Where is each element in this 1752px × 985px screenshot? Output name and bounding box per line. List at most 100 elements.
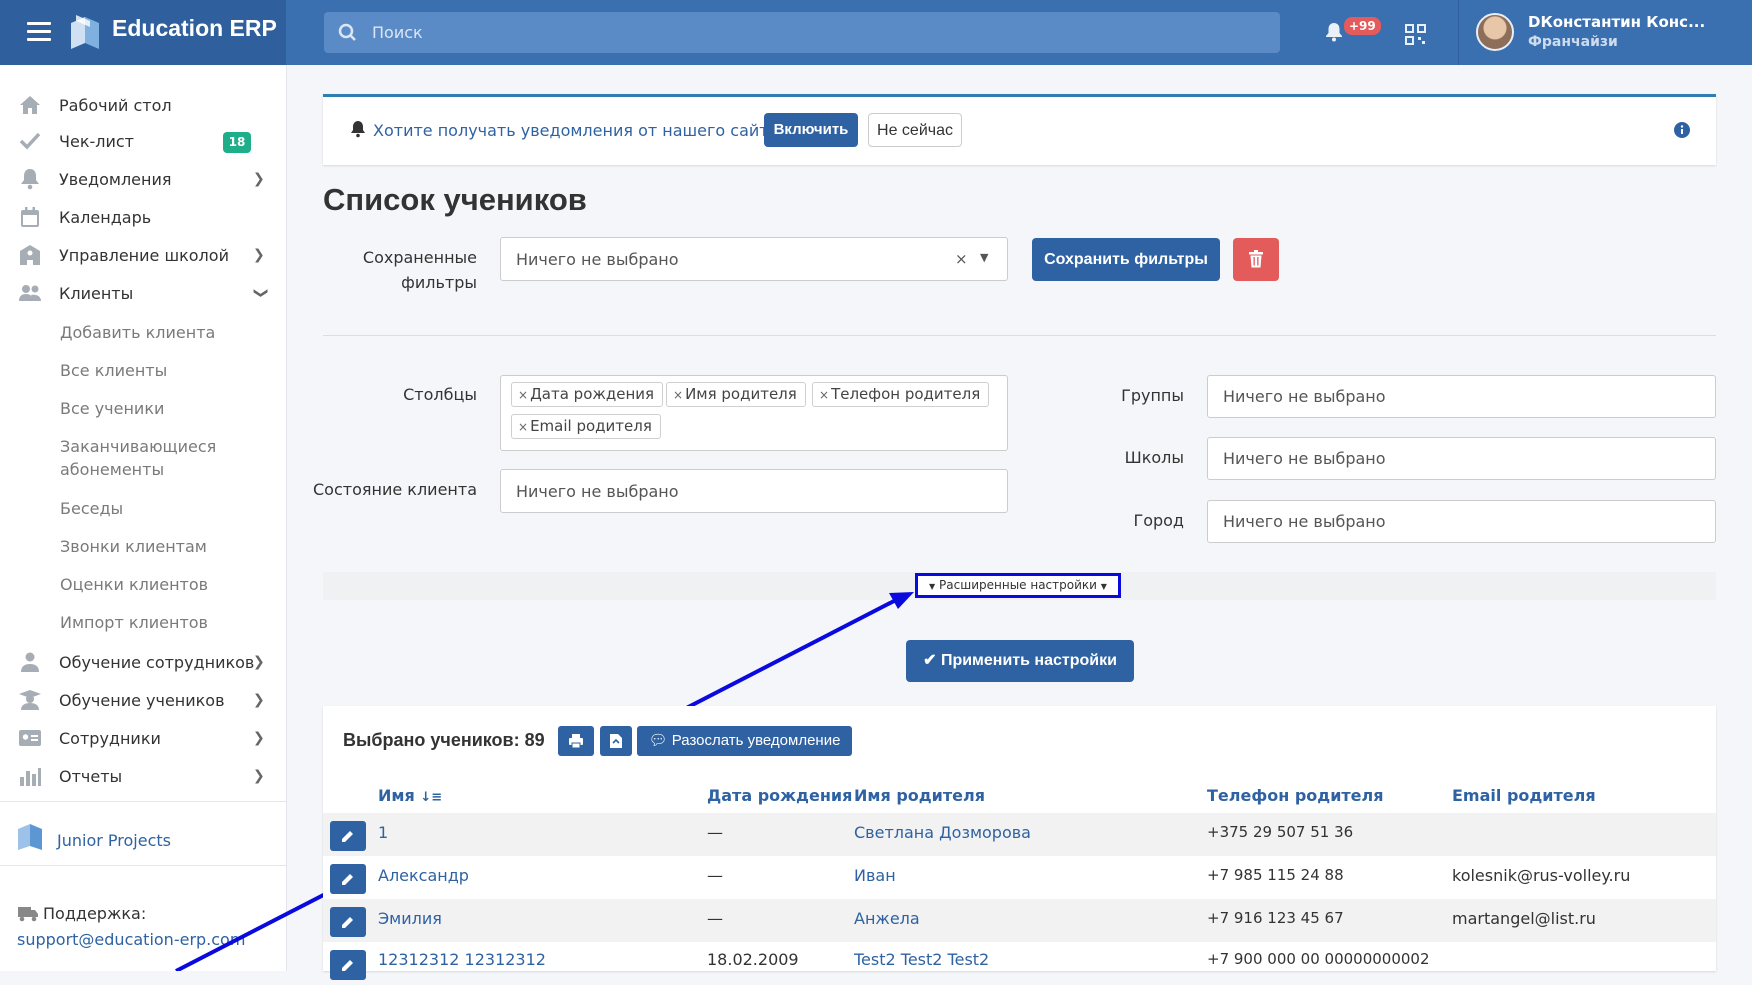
clear-icon[interactable]: × (955, 250, 968, 268)
sidebar: Рабочий стол Чек-лист 18 Уведомления ❯ К… (0, 65, 287, 971)
save-filters-button[interactable]: Сохранить фильтры (1032, 238, 1220, 281)
column-header-name[interactable]: Имя ↓≡ (378, 786, 442, 805)
pencil-icon (342, 874, 353, 885)
id-card-icon (19, 730, 41, 746)
avatar[interactable] (1476, 13, 1514, 51)
column-header-email[interactable]: Email родителя (1452, 786, 1596, 805)
remove-tag-icon[interactable]: × (518, 420, 528, 434)
sidebar-item-reports[interactable]: Отчеты ❯ (0, 758, 286, 794)
sidebar-item-staff-training[interactable]: Обучение сотрудников ❯ (0, 644, 286, 680)
project-name[interactable]: Junior Projects (57, 831, 171, 850)
student-name-link[interactable]: 12312312 12312312 (378, 950, 546, 969)
column-header-phone[interactable]: Телефон родителя (1207, 786, 1384, 805)
column-tag[interactable]: × Дата рождения (511, 382, 664, 407)
sidebar-subitem-client-calls[interactable]: Звонки клиентам (60, 535, 207, 558)
calendar-icon (21, 207, 39, 227)
remove-tag-icon[interactable]: × (819, 388, 829, 402)
column-tag-label: Телефон родителя (831, 385, 981, 403)
sidebar-item-notifications[interactable]: Уведомления ❯ (0, 161, 286, 197)
birth-date: — (707, 823, 723, 842)
groups-select[interactable]: Ничего не выбрано (1207, 375, 1716, 418)
selected-count: Выбрано учеников: 89 (343, 730, 545, 750)
edit-button[interactable] (330, 950, 366, 980)
column-tag[interactable]: × Телефон родителя (812, 382, 990, 407)
print-button[interactable] (558, 726, 594, 756)
advanced-settings-toggle[interactable]: ▼ Расширенные настройки ▼ (915, 573, 1121, 598)
student-name-link[interactable]: 1 (378, 823, 388, 842)
logo-icon (71, 15, 99, 49)
sidebar-subitem-add-client[interactable]: Добавить клиента (60, 321, 215, 344)
search-input[interactable]: Поиск (324, 12, 1280, 53)
apply-settings-label: Применить настройки (940, 652, 1117, 669)
city-select[interactable]: Ничего не выбрано (1207, 500, 1716, 543)
chevron-right-icon: ❯ (253, 692, 265, 708)
topbar-divider (1458, 0, 1459, 65)
saved-filters-select[interactable]: Ничего не выбрано × ▼ (500, 237, 1008, 281)
sidebar-item-student-training[interactable]: Обучение учеников ❯ (0, 682, 286, 718)
sidebar-subitem-all-students[interactable]: Все ученики (60, 397, 164, 420)
trash-icon (1249, 250, 1263, 268)
sidebar-item-dashboard[interactable]: Рабочий стол (0, 87, 286, 123)
export-button[interactable] (600, 726, 632, 756)
birth-date: — (707, 866, 723, 885)
sidebar-item-school-management[interactable]: Управление школой ❯ (0, 237, 286, 273)
sidebar-item-label: Клиенты (59, 284, 134, 303)
birth-date: — (707, 909, 723, 928)
sidebar-item-label: Сотрудники (59, 729, 161, 748)
user-name[interactable]: DКонстантин Конс... (1528, 13, 1705, 31)
columns-multiselect[interactable]: × Дата рождения × Имя родителя × Телефон ро… (500, 375, 1008, 451)
chevron-right-icon: ❯ (253, 247, 265, 263)
schools-select[interactable]: Ничего не выбрано (1207, 437, 1716, 480)
parent-name-link[interactable]: Test2 Test2 Test2 (854, 950, 989, 969)
parent-name-link[interactable]: Иван (854, 866, 896, 885)
support-label: Поддержка: (43, 904, 147, 923)
client-state-select[interactable]: Ничего не выбрано (500, 469, 1008, 513)
sidebar-item-calendar[interactable]: Календарь (0, 199, 286, 235)
sidebar-item-clients[interactable]: Клиенты ❯ (0, 275, 286, 311)
delete-filter-button[interactable] (1233, 238, 1279, 281)
student-name-link[interactable]: Эмилия (378, 909, 442, 928)
bell-icon[interactable] (1325, 22, 1343, 42)
page-title: Список учеников (323, 182, 587, 217)
truck-icon (18, 907, 38, 922)
parent-name-link[interactable]: Светлана Дозморова (854, 823, 1031, 842)
info-icon[interactable] (1674, 122, 1690, 138)
saved-filters-label-line2: фильтры (401, 273, 477, 292)
column-tag[interactable]: × Имя родителя (666, 382, 806, 407)
pencil-icon (342, 831, 353, 842)
edit-button[interactable] (330, 821, 366, 851)
parent-phone: +7 900 000 00 00000000002 (1207, 950, 1430, 968)
student-name-link[interactable]: Александр (378, 866, 469, 885)
parent-name-link[interactable]: Анжела (854, 909, 920, 928)
sidebar-item-employees[interactable]: Сотрудники ❯ (0, 720, 286, 756)
send-notification-button[interactable]: 💬︎ Разослать уведомление (637, 726, 852, 756)
column-header-parent[interactable]: Имя родителя (854, 786, 985, 805)
sort-desc-icon[interactable]: ↓≡ (420, 790, 442, 805)
support-email[interactable]: support@education-erp.com (17, 930, 245, 949)
sidebar-subitem-conversations[interactable]: Беседы (60, 497, 123, 520)
edit-button[interactable] (330, 907, 366, 937)
sidebar-subitem-import-clients[interactable]: Импорт клиентов (60, 611, 208, 634)
sidebar-subitem-expiring-subscriptions[interactable]: Заканчивающиеся абонементы (60, 435, 240, 481)
divider (323, 335, 1716, 336)
sidebar-item-label: Календарь (59, 208, 152, 227)
remove-tag-icon[interactable]: × (518, 388, 528, 402)
column-header-birth[interactable]: Дата рождения (707, 786, 852, 805)
bell-ring-icon (351, 121, 365, 138)
not-now-button[interactable]: Не сейчас (868, 113, 962, 147)
brand-area: Education ERP (0, 0, 286, 65)
apply-settings-button[interactable]: ✔ Применить настройки (906, 640, 1134, 682)
column-tag[interactable]: × Email родителя (511, 414, 661, 439)
remove-tag-icon[interactable]: × (673, 388, 683, 402)
caret-down-icon: ▼ (1100, 582, 1107, 591)
birth-date: 18.02.2009 (707, 950, 799, 969)
hamburger-menu-icon[interactable] (27, 22, 51, 42)
enable-notifications-button[interactable]: Включить (764, 113, 858, 147)
sidebar-item-checklist[interactable]: Чек-лист 18 (0, 123, 286, 159)
sidebar-subitem-all-clients[interactable]: Все клиенты (60, 359, 167, 382)
bell-icon (21, 169, 39, 190)
sidebar-item-label: Уведомления (59, 170, 172, 189)
edit-button[interactable] (330, 864, 366, 894)
sidebar-subitem-client-ratings[interactable]: Оценки клиентов (60, 573, 208, 596)
qr-code-icon[interactable] (1405, 24, 1426, 45)
